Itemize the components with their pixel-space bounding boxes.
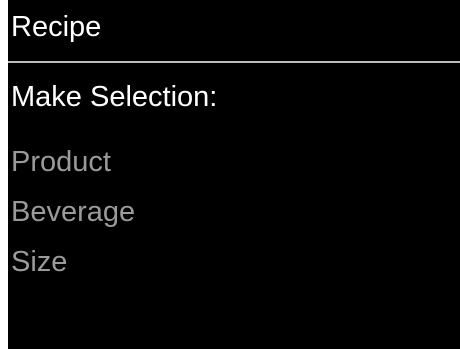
- menu-item-size[interactable]: Size: [11, 237, 135, 287]
- menu-item-beverage[interactable]: Beverage: [11, 187, 135, 237]
- selection-menu: Product Beverage Size: [11, 137, 135, 287]
- header-divider: [8, 61, 460, 63]
- screen-title: Recipe: [11, 11, 102, 43]
- selection-prompt: Make Selection:: [11, 81, 218, 113]
- device-screen: Recipe Make Selection: Product Beverage …: [8, 0, 460, 349]
- menu-item-product[interactable]: Product: [11, 137, 135, 187]
